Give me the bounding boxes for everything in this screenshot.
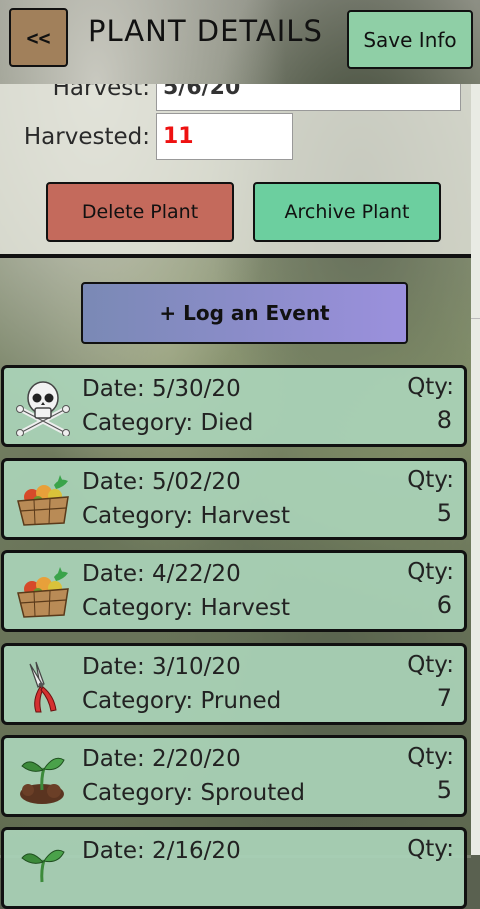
save-info-button[interactable]: Save Info	[347, 10, 473, 69]
event-card[interactable]: Date: 5/02/20 Category: Harvest Qty: 5	[1, 458, 467, 540]
scroll-edge-divider	[471, 318, 480, 319]
skull-crossbones-icon	[16, 381, 70, 436]
event-category: Category: Pruned	[82, 688, 282, 714]
event-qty-value: 5	[436, 499, 452, 527]
event-card[interactable]: Date: 3/10/20 Category: Pruned Qty: 7	[1, 643, 467, 725]
event-date: Date: 3/10/20	[82, 654, 241, 680]
event-category: Category: Harvest	[82, 503, 291, 529]
vegetable-basket-icon	[17, 475, 69, 526]
event-card[interactable]: Date: 2/20/20 Category: Sprouted Qty: 5	[1, 735, 467, 817]
event-card[interactable]: Date: 5/30/20 Category: Died Qty: 8	[1, 365, 467, 447]
event-qty-label: Qty:	[407, 744, 454, 770]
event-qty-label: Qty:	[407, 374, 454, 400]
harvested-row: Harvested: 11	[0, 113, 293, 160]
event-date: Date: 5/30/20	[82, 376, 241, 402]
event-card[interactable]: Date: 4/22/20 Category: Harvest Qty: 6	[1, 550, 467, 632]
vegetable-basket-icon	[17, 567, 69, 618]
sprout-icon	[21, 849, 65, 883]
scroll-edge	[471, 84, 480, 855]
archive-plant-button[interactable]: Archive Plant	[253, 182, 441, 242]
event-qty-label: Qty:	[407, 467, 454, 493]
event-qty-label: Qty:	[407, 559, 454, 585]
sprout-icon	[20, 757, 65, 804]
log-event-button[interactable]: + Log an Event	[81, 282, 408, 344]
event-qty-value: 7	[436, 684, 452, 712]
event-category: Category: Died	[82, 410, 254, 436]
event-qty-label: Qty:	[407, 836, 454, 862]
event-qty-value: 6	[436, 591, 452, 619]
back-button[interactable]: <<	[9, 8, 68, 67]
event-category: Category: Harvest	[82, 595, 291, 621]
delete-plant-button[interactable]: Delete Plant	[46, 182, 234, 242]
harvested-field[interactable]: 11	[156, 113, 293, 160]
event-date: Date: 4/22/20	[82, 561, 241, 587]
event-date: Date: 2/16/20	[82, 838, 241, 864]
event-category: Category: Sprouted	[82, 780, 306, 806]
plant-details-panel: Harvest: 5/6/20 Harvested: 11 Delete Pla…	[0, 84, 471, 254]
event-qty-value: 8	[436, 406, 452, 434]
event-date: Date: 5/02/20	[82, 469, 241, 495]
event-card[interactable]: Date: 2/16/20 Qty:	[1, 827, 467, 909]
event-date: Date: 2/20/20	[82, 746, 241, 772]
pruning-shears-icon	[29, 661, 57, 713]
harvested-label: Harvested:	[23, 123, 150, 150]
page-title: PLANT DETAILS	[88, 14, 323, 48]
event-qty-value: 5	[436, 776, 452, 804]
event-qty-label: Qty:	[407, 652, 454, 678]
top-bar: << PLANT DETAILS Save Info	[0, 0, 480, 84]
